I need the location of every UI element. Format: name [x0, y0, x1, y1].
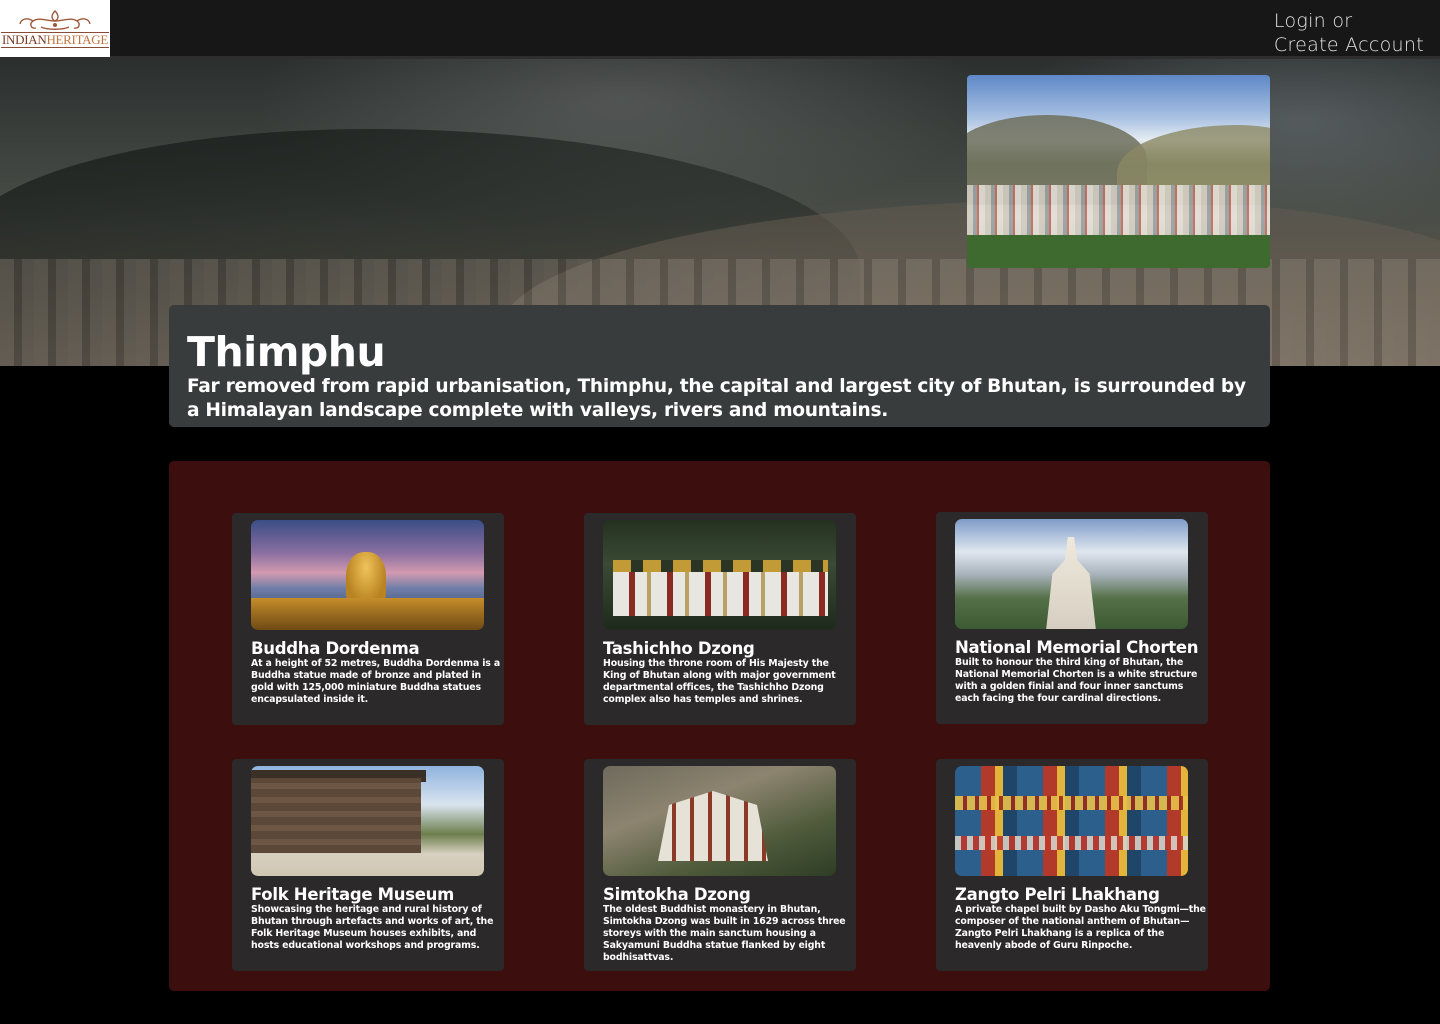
attraction-card[interactable]: Buddha Dordenma At a height of 52 metres… [232, 513, 504, 725]
ornament-icon [19, 10, 91, 30]
city-title: Thimphu [187, 328, 386, 376]
folk-heritage-museum-photo [251, 766, 484, 876]
photo-statue [346, 552, 386, 604]
photo-trees [967, 235, 1270, 268]
photo-band [955, 796, 1188, 810]
simtokha-dzong-photo [603, 766, 836, 876]
photo-band [955, 836, 1188, 850]
top-nav-bar: INDIANHERITAGE Login or Create Account [0, 0, 1440, 59]
attraction-title: Zangto Pelri Lhakhang [955, 885, 1160, 904]
attraction-card[interactable]: National Memorial Chorten Built to honou… [936, 512, 1208, 724]
attraction-description: The oldest Buddhist monastery in Bhutan,… [603, 904, 846, 963]
attraction-card[interactable]: Zangto Pelri Lhakhang A private chapel b… [936, 759, 1208, 971]
attraction-description: At a height of 52 metres, Buddha Dordenm… [251, 658, 500, 705]
attraction-card[interactable]: Tashichho Dzong Housing the throne room … [584, 513, 856, 725]
logo-text-indian: INDIAN [2, 32, 47, 47]
photo-stupa [1046, 537, 1096, 629]
photo-dzong [613, 572, 828, 616]
attractions-panel: Buddha Dordenma At a height of 52 metres… [169, 461, 1270, 991]
attraction-description: Housing the throne room of His Majesty t… [603, 658, 836, 705]
create-account-link[interactable]: Create Account [1274, 33, 1424, 57]
attraction-title: Folk Heritage Museum [251, 885, 454, 904]
attraction-description: A private chapel built by Dasho Aku Tong… [955, 904, 1206, 951]
attraction-card[interactable]: Folk Heritage Museum Showcasing the heri… [232, 759, 504, 971]
national-memorial-chorten-photo [955, 519, 1188, 629]
attraction-title: Simtokha Dzong [603, 885, 751, 904]
thimphu-valley-photo [967, 75, 1270, 268]
attraction-card[interactable]: Simtokha Dzong The oldest Buddhist monas… [584, 759, 856, 971]
logo-wordmark: INDIANHERITAGE [1, 32, 109, 48]
logo-text-heritage: HERITAGE [46, 32, 108, 47]
attraction-title: Tashichho Dzong [603, 639, 755, 658]
city-intro-panel: Thimphu Far removed from rapid urbanisat… [169, 305, 1270, 427]
tashichho-dzong-photo [603, 520, 836, 630]
photo-monastery [658, 791, 768, 861]
photo-house [251, 778, 421, 853]
attraction-description: Showcasing the heritage and rural histor… [251, 904, 494, 951]
attraction-title: Buddha Dordenma [251, 639, 420, 658]
auth-links: Login or Create Account [1274, 9, 1424, 57]
city-description: Far removed from rapid urbanisation, Thi… [187, 376, 1246, 421]
attraction-description: Built to honour the third king of Bhutan… [955, 657, 1198, 704]
attraction-title: National Memorial Chorten [955, 638, 1199, 657]
photo-base [251, 598, 484, 630]
zangto-pelri-lhakhang-photo [955, 766, 1188, 876]
login-link[interactable]: Login or [1274, 9, 1424, 33]
buddha-dordenma-photo [251, 520, 484, 630]
indian-heritage-logo[interactable]: INDIANHERITAGE [0, 0, 110, 57]
